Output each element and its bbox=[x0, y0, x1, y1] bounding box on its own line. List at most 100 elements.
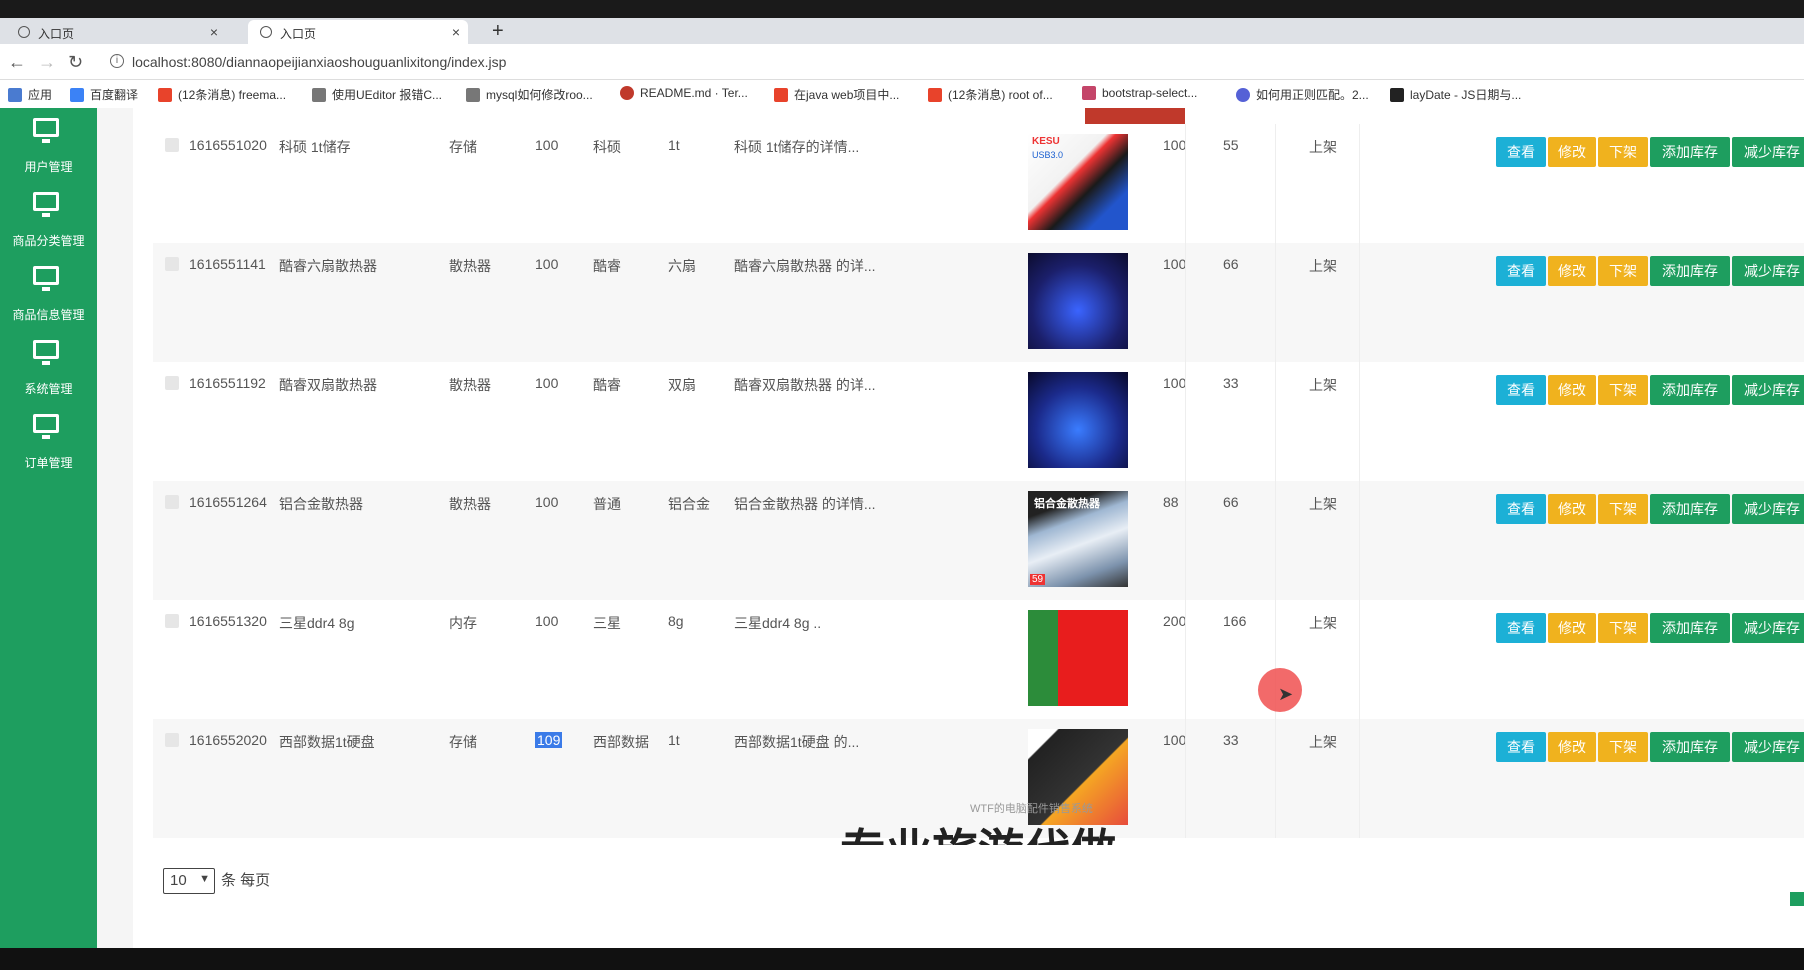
bookmark-apps[interactable]: 应用 bbox=[8, 86, 52, 103]
cell-c2: 100 bbox=[1163, 137, 1187, 153]
cell-c3: 55 bbox=[1223, 137, 1239, 153]
add-stock-button[interactable]: 添加库存 bbox=[1650, 732, 1730, 762]
off-shelf-button[interactable]: 下架 bbox=[1598, 137, 1648, 167]
view-button[interactable]: 查看 bbox=[1496, 375, 1546, 405]
reduce-stock-button[interactable]: 减少库存 bbox=[1732, 494, 1804, 524]
cell-c2: 88 bbox=[1163, 494, 1179, 510]
bookmark-item[interactable]: 如何用正则匹配。2... bbox=[1236, 86, 1369, 103]
url-input[interactable]: localhost:8080/diannaopeijianxiaoshougua… bbox=[132, 54, 506, 70]
sidebar-item-categories[interactable]: 商品分类管理 bbox=[0, 182, 97, 256]
back-icon[interactable]: ← bbox=[8, 52, 26, 73]
row-checkbox[interactable] bbox=[165, 376, 179, 390]
reduce-stock-button[interactable]: 减少库存 bbox=[1732, 256, 1804, 286]
row-checkbox[interactable] bbox=[165, 495, 179, 509]
cell-category: 内存 bbox=[449, 615, 477, 631]
reload-icon[interactable]: ↻ bbox=[68, 52, 83, 73]
view-button[interactable]: 查看 bbox=[1496, 256, 1546, 286]
reduce-stock-button[interactable]: 减少库存 bbox=[1732, 732, 1804, 762]
browser-tab-2[interactable]: 入口页 × bbox=[248, 20, 468, 44]
cell-desc: 酷睿六扇散热器 的详... bbox=[734, 258, 876, 274]
page-size-select[interactable]: 10 ▼ bbox=[163, 868, 215, 894]
bookmark-item[interactable]: layDate - JS日期与... bbox=[1390, 86, 1521, 103]
monitor-icon bbox=[33, 340, 59, 365]
off-shelf-button[interactable]: 下架 bbox=[1598, 256, 1648, 286]
off-shelf-button[interactable]: 下架 bbox=[1598, 732, 1648, 762]
sidebar-item-products[interactable]: 商品信息管理 bbox=[0, 256, 97, 330]
view-button[interactable]: 查看 bbox=[1496, 494, 1546, 524]
edit-button[interactable]: 修改 bbox=[1548, 494, 1596, 524]
sidebar-item-orders[interactable]: 订单管理 bbox=[0, 404, 97, 478]
cell-desc: 西部数据1t硬盘 的... bbox=[734, 734, 860, 750]
table-row: 1616551264 铝合金散热器 散热器 100 普通 铝合金 铝合金散热器 的详情...… bbox=[153, 481, 1804, 600]
edit-button[interactable]: 修改 bbox=[1548, 375, 1596, 405]
cell-c3: 66 bbox=[1223, 256, 1239, 272]
info-icon[interactable]: i bbox=[110, 54, 124, 68]
forward-icon[interactable]: → bbox=[38, 52, 56, 73]
row-checkbox[interactable] bbox=[165, 733, 179, 747]
cell-desc: 酷睿双扇散热器 的详... bbox=[734, 377, 876, 393]
add-stock-button[interactable]: 添加库存 bbox=[1650, 494, 1730, 524]
bookmark-item[interactable]: 在java web项目中... bbox=[774, 86, 899, 103]
globe-icon bbox=[18, 26, 30, 38]
add-stock-button[interactable]: 添加库存 bbox=[1650, 613, 1730, 643]
view-button[interactable]: 查看 bbox=[1496, 137, 1546, 167]
csdn-icon bbox=[774, 88, 788, 102]
cell-status: 上架 bbox=[1309, 139, 1337, 155]
bookmark-item[interactable]: bootstrap-select... bbox=[1082, 86, 1197, 100]
off-shelf-button[interactable]: 下架 bbox=[1598, 494, 1648, 524]
image-strip bbox=[1085, 108, 1185, 124]
reduce-stock-button[interactable]: 减少库存 bbox=[1732, 375, 1804, 405]
edit-button[interactable]: 修改 bbox=[1548, 256, 1596, 286]
row-checkbox[interactable] bbox=[165, 614, 179, 628]
reduce-stock-button[interactable]: 减少库存 bbox=[1732, 137, 1804, 167]
cell-c3: 66 bbox=[1223, 494, 1239, 510]
monitor-icon bbox=[33, 192, 59, 217]
column-divider bbox=[1185, 124, 1186, 243]
gitee-icon bbox=[620, 86, 634, 100]
edit-button[interactable]: 修改 bbox=[1548, 137, 1596, 167]
bookmark-item[interactable]: (12条消息) root of... bbox=[928, 86, 1053, 103]
add-stock-button[interactable]: 添加库存 bbox=[1650, 137, 1730, 167]
cell-brand: 酷睿 bbox=[593, 258, 621, 274]
close-icon[interactable]: × bbox=[452, 24, 460, 40]
off-shelf-button[interactable]: 下架 bbox=[1598, 613, 1648, 643]
cell-c1: 100 bbox=[535, 375, 559, 391]
bookmark-item[interactable]: mysql如何修改roo... bbox=[466, 86, 593, 103]
image-text: USB3.0 bbox=[1032, 150, 1064, 160]
off-shelf-button[interactable]: 下架 bbox=[1598, 375, 1648, 405]
add-stock-button[interactable]: 添加库存 bbox=[1650, 256, 1730, 286]
edit-button[interactable]: 修改 bbox=[1548, 613, 1596, 643]
bookmark-icon bbox=[466, 88, 480, 102]
column-divider bbox=[1185, 481, 1186, 600]
bookmark-item[interactable]: README.md · Ter... bbox=[620, 86, 748, 100]
sidebar-item-label: 系统管理 bbox=[24, 382, 73, 396]
sidebar-item-users[interactable]: 用户管理 bbox=[0, 108, 97, 182]
os-bottom-bar bbox=[0, 948, 1804, 970]
add-stock-button[interactable]: 添加库存 bbox=[1650, 375, 1730, 405]
cell-spec: 双扇 bbox=[668, 377, 696, 393]
sidebar-item-system[interactable]: 系统管理 bbox=[0, 330, 97, 404]
new-tab-icon[interactable]: + bbox=[492, 20, 504, 43]
cell-category: 存储 bbox=[449, 139, 477, 155]
row-checkbox[interactable] bbox=[165, 257, 179, 271]
view-button[interactable]: 查看 bbox=[1496, 613, 1546, 643]
browser-tab-1[interactable]: 入口页 × bbox=[6, 20, 226, 44]
side-badge[interactable] bbox=[1790, 892, 1804, 906]
bookmark-item[interactable]: 使用UEditor 报错C... bbox=[312, 86, 442, 103]
view-button[interactable]: 查看 bbox=[1496, 732, 1546, 762]
bookmark-item[interactable]: 百度翻译 bbox=[70, 86, 138, 103]
bookmark-item[interactable]: (12条消息) freema... bbox=[158, 86, 286, 103]
column-divider bbox=[1275, 481, 1276, 600]
column-divider bbox=[1359, 719, 1360, 838]
cell-status: 上架 bbox=[1309, 615, 1337, 631]
edit-button[interactable]: 修改 bbox=[1548, 732, 1596, 762]
cell-c2: 100 bbox=[1163, 375, 1187, 391]
table-row: 1616551141 酷睿六扇散热器 散热器 100 酷睿 六扇 酷睿六扇散热器 的详...… bbox=[153, 243, 1804, 362]
cell-c3: 33 bbox=[1223, 732, 1239, 748]
reduce-stock-button[interactable]: 减少库存 bbox=[1732, 613, 1804, 643]
row-checkbox[interactable] bbox=[165, 138, 179, 152]
cell-brand: 西部数据 bbox=[593, 734, 649, 750]
sidebar-item-label: 用户管理 bbox=[24, 160, 73, 174]
column-divider bbox=[1359, 362, 1360, 481]
close-icon[interactable]: × bbox=[210, 24, 218, 40]
